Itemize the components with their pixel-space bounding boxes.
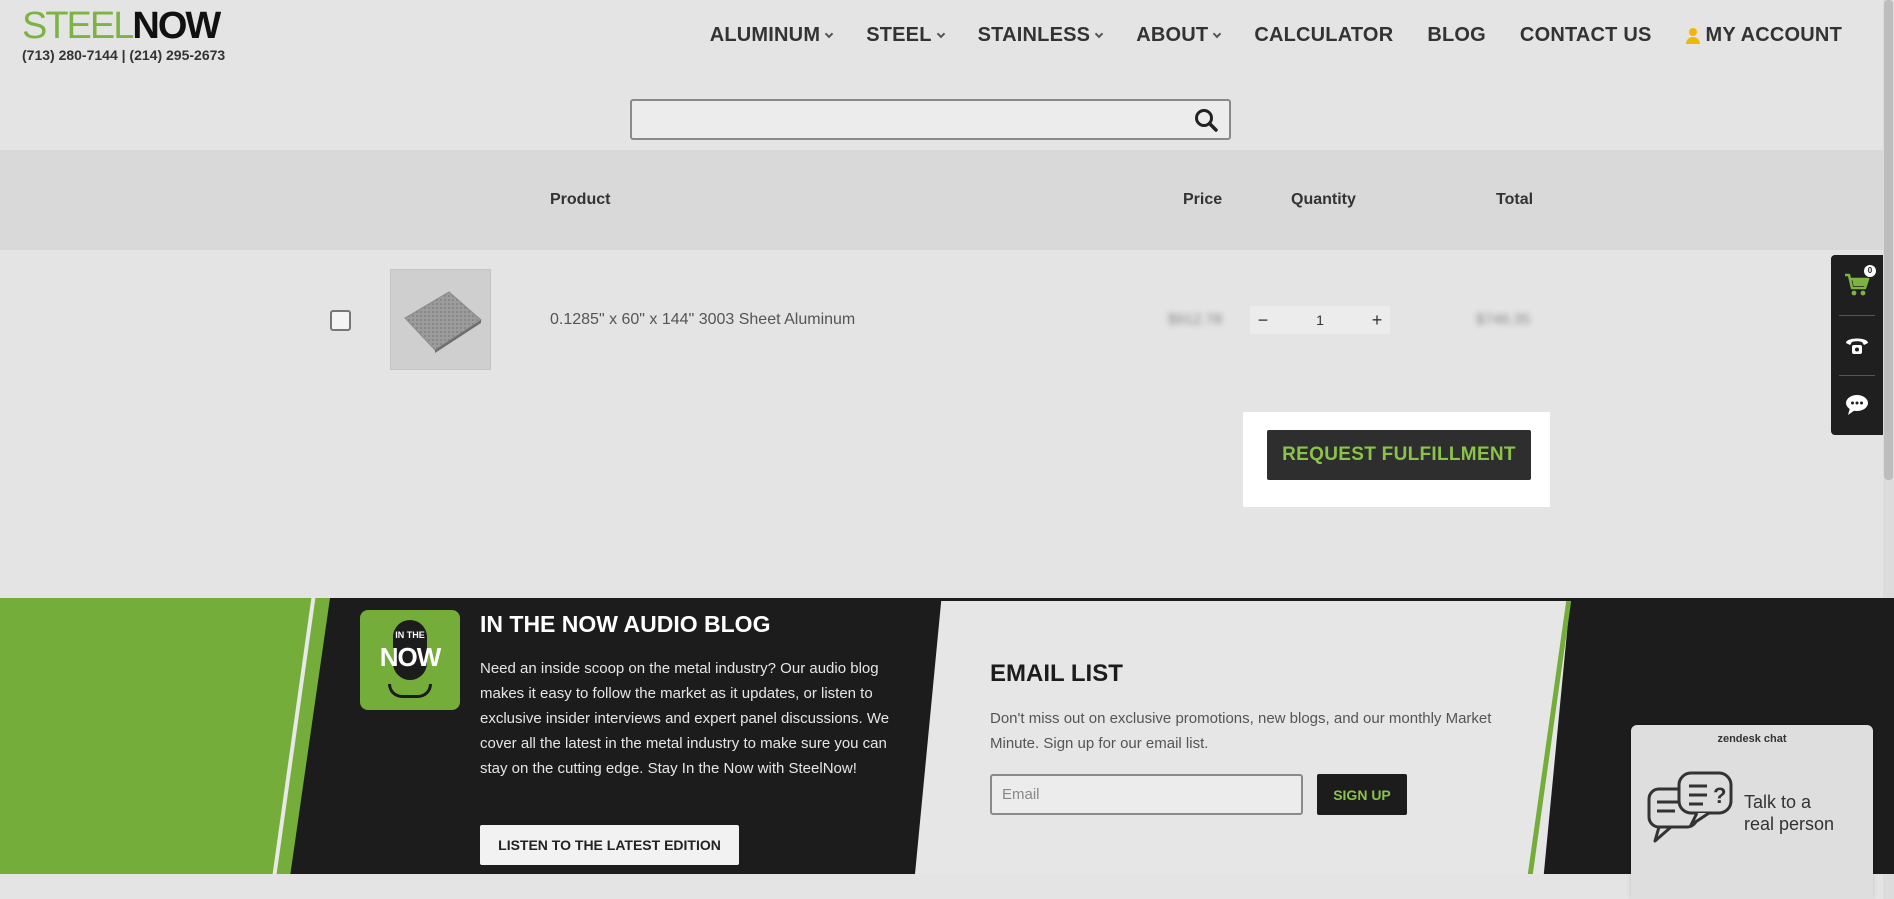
column-price: Price — [1183, 191, 1223, 208]
chevron-down-icon — [824, 29, 834, 38]
zendesk-chat-brand: zendesk chat — [1717, 733, 1787, 745]
footer-banner — [0, 598, 1894, 874]
nav-my-account[interactable]: MY ACCOUNT — [1685, 24, 1842, 47]
in-the-now-podcast-logo[interactable]: IN THE NOW — [360, 610, 460, 710]
column-product: Product — [550, 191, 611, 208]
column-quantity: Quantity — [1291, 191, 1356, 208]
sign-up-button[interactable]: SIGN UP — [1317, 774, 1407, 815]
nav-stainless[interactable]: STAINLESS — [978, 24, 1104, 47]
svg-text:?: ? — [1713, 783, 1726, 808]
search-box — [630, 99, 1231, 140]
nav-contact-us[interactable]: CONTACT US — [1520, 24, 1652, 47]
nav-calculator[interactable]: CALCULATOR — [1254, 24, 1393, 47]
cart-count-badge: 0 — [1864, 265, 1876, 277]
side-toolbar: 0 — [1831, 255, 1883, 435]
cart-table-header — [0, 150, 1894, 250]
request-fulfillment-button[interactable]: REQUEST FULFILLMENT — [1267, 430, 1531, 480]
email-list-description: Don't miss out on exclusive promotions, … — [990, 710, 1492, 752]
chat-bubbles-icon: ? — [1647, 771, 1733, 843]
nav-steel[interactable]: STEEL — [866, 24, 945, 47]
item-total: $746.35 — [1476, 311, 1531, 328]
side-chat-button[interactable] — [1831, 375, 1883, 435]
quantity-stepper: − + — [1250, 304, 1390, 336]
chat-prompt: Talk to a real person — [1744, 792, 1835, 834]
quantity-decrement-button[interactable]: − — [1250, 306, 1276, 334]
page-scrollbar-thumb[interactable] — [1884, 0, 1893, 480]
search-input[interactable] — [632, 101, 1172, 138]
chevron-down-icon — [1094, 29, 1104, 38]
quantity-increment-button[interactable]: + — [1364, 306, 1390, 334]
phone-icon — [1846, 338, 1868, 354]
main-nav: ALUMINUM STEEL STAINLESS ABOUT CALCULATO… — [710, 24, 1842, 47]
product-thumbnail[interactable] — [390, 269, 491, 370]
table-row — [0, 250, 1894, 390]
quantity-input[interactable] — [1276, 306, 1364, 334]
product-name-link[interactable]: 0.1285" x 60" x 144" 3003 Sheet Aluminum — [550, 311, 855, 329]
steelnow-logo[interactable]: STEELNOW — [22, 6, 221, 46]
listen-latest-edition-button[interactable]: LISTEN TO THE LATEST EDITION — [480, 825, 739, 865]
nav-about[interactable]: ABOUT — [1136, 24, 1222, 47]
audio-blog-description: Need an inside scoop on the metal indust… — [480, 660, 890, 777]
chevron-down-icon — [1213, 29, 1222, 38]
nav-aluminum[interactable]: ALUMINUM — [710, 24, 834, 47]
select-item-checkbox[interactable] — [330, 310, 351, 331]
chat-icon — [1846, 395, 1868, 415]
microphone-stand — [388, 684, 432, 698]
nav-blog[interactable]: BLOG — [1427, 24, 1486, 47]
chevron-down-icon — [936, 29, 945, 38]
person-icon — [1685, 27, 1700, 44]
site-header: STEELNOW (713) 280-7144 | (214) 295-2673… — [0, 0, 1894, 150]
aluminum-sheet-image — [404, 291, 482, 353]
side-cart-button[interactable]: 0 — [1831, 255, 1883, 315]
email-field[interactable] — [990, 774, 1303, 815]
item-price: $912.78 — [1168, 311, 1223, 328]
phone-numbers[interactable]: (713) 280-7144 | (214) 295-2673 — [22, 47, 225, 63]
zendesk-chat-widget[interactable]: zendesk chat ? Talk to a real person — [1631, 725, 1873, 899]
column-total: Total — [1496, 191, 1534, 208]
search-icon[interactable] — [1193, 107, 1219, 133]
audio-blog-title: IN THE NOW AUDIO BLOG — [480, 611, 771, 637]
email-list-title: EMAIL LIST — [990, 660, 1123, 687]
side-phone-button[interactable] — [1831, 315, 1883, 375]
